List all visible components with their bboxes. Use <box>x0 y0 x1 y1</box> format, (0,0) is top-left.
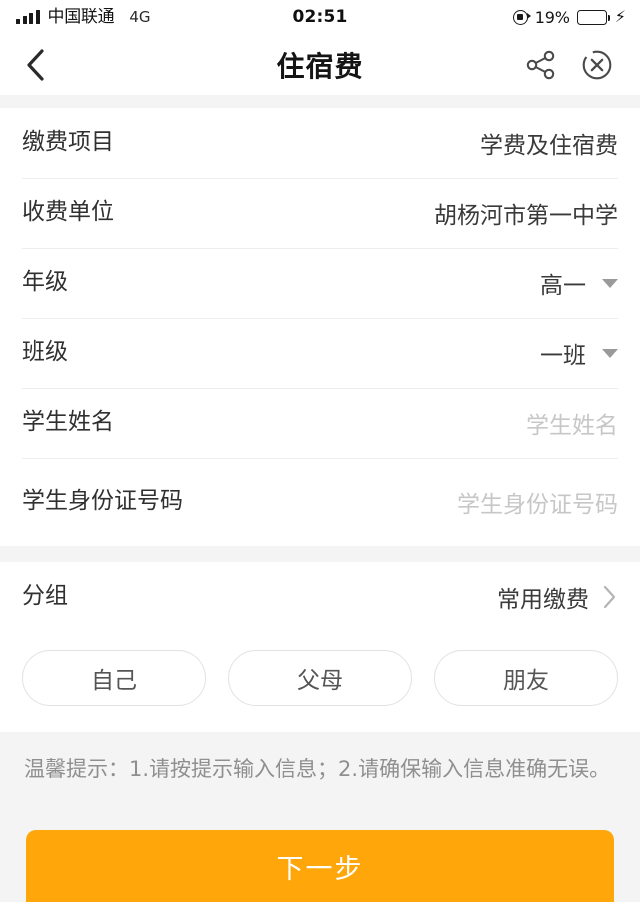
payment-form-card: 缴费项目 学费及住宿费 收费单位 胡杨河市第一中学 年级 高一 班级 一班 学生… <box>0 108 640 546</box>
chevron-down-icon[interactable] <box>602 348 618 358</box>
form-row-class[interactable]: 班级 一班 <box>0 318 640 388</box>
section-gap-middle <box>0 546 640 562</box>
class-select-value[interactable]: 一班 <box>540 336 586 370</box>
status-bar-left: 中国联通 4G <box>16 6 151 27</box>
student-id-input[interactable]: 学生身份证号码 <box>457 485 618 519</box>
next-step-button[interactable]: 下一步 <box>26 830 614 902</box>
form-row-group[interactable]: 分组 常用缴费 <box>0 562 640 632</box>
signal-bars-icon <box>16 10 40 24</box>
relation-pill-group: 自己 父母 朋友 <box>0 632 640 732</box>
row-label: 班级 <box>22 339 68 366</box>
back-chevron-icon <box>27 48 44 81</box>
rotation-lock-icon <box>512 9 531 25</box>
back-button[interactable] <box>24 48 58 82</box>
relation-pill-self[interactable]: 自己 <box>22 650 206 706</box>
status-bar: 中国联通 4G 02:51 19% ⚡ <box>0 0 640 34</box>
status-bar-right: 19% ⚡ <box>512 7 626 27</box>
form-row-payment-item: 缴费项目 学费及住宿费 <box>0 108 640 178</box>
section-gap-top <box>0 95 640 108</box>
relation-pill-friend[interactable]: 朋友 <box>434 650 618 706</box>
tip-text: 温馨提示：1.请按提示输入信息；2.请确保输入信息准确无误。 <box>24 757 611 781</box>
form-row-student-name[interactable]: 学生姓名 学生姓名 <box>0 388 640 458</box>
nav-bar: 住宿费 <box>0 34 640 95</box>
row-value: 学费及住宿费 <box>480 133 618 159</box>
form-row-student-id[interactable]: 学生身份证号码 学生身份证号码 <box>0 458 640 546</box>
battery-percent-label: 19% <box>534 7 570 27</box>
row-label: 学生姓名 <box>22 409 114 436</box>
row-label: 收费单位 <box>22 199 114 226</box>
app-screen: 中国联通 4G 02:51 19% ⚡ 住宿费 缴费项目 学费及住宿费 收费单位… <box>0 0 640 902</box>
nav-actions <box>524 48 614 82</box>
row-label: 分组 <box>22 583 68 610</box>
relation-pill-parents[interactable]: 父母 <box>228 650 412 706</box>
chevron-right-icon[interactable] <box>601 583 618 611</box>
charging-bolt-icon: ⚡ <box>614 7 626 26</box>
form-row-grade[interactable]: 年级 高一 <box>0 248 640 318</box>
tip-section: 温馨提示：1.请按提示输入信息；2.请确保输入信息准确无误。 <box>0 732 640 830</box>
form-row-charging-unit: 收费单位 胡杨河市第一中学 <box>0 178 640 248</box>
close-button[interactable] <box>580 48 614 82</box>
student-name-input[interactable]: 学生姓名 <box>526 406 618 440</box>
row-label: 学生身份证号码 <box>22 488 183 515</box>
share-button[interactable] <box>524 48 558 82</box>
row-value: 胡杨河市第一中学 <box>434 203 618 229</box>
row-label: 缴费项目 <box>22 129 114 156</box>
chevron-down-icon[interactable] <box>602 278 618 288</box>
group-value[interactable]: 常用缴费 <box>497 580 589 614</box>
row-label: 年级 <box>22 269 68 296</box>
network-type-label: 4G <box>129 7 151 26</box>
grade-select-value[interactable]: 高一 <box>540 266 586 300</box>
cta-footer: 下一步 <box>0 830 640 902</box>
share-icon <box>526 50 555 79</box>
battery-icon <box>576 9 610 25</box>
group-card: 分组 常用缴费 自己 父母 朋友 <box>0 562 640 732</box>
close-circle-icon <box>582 50 612 79</box>
carrier-label: 中国联通 <box>47 6 115 27</box>
